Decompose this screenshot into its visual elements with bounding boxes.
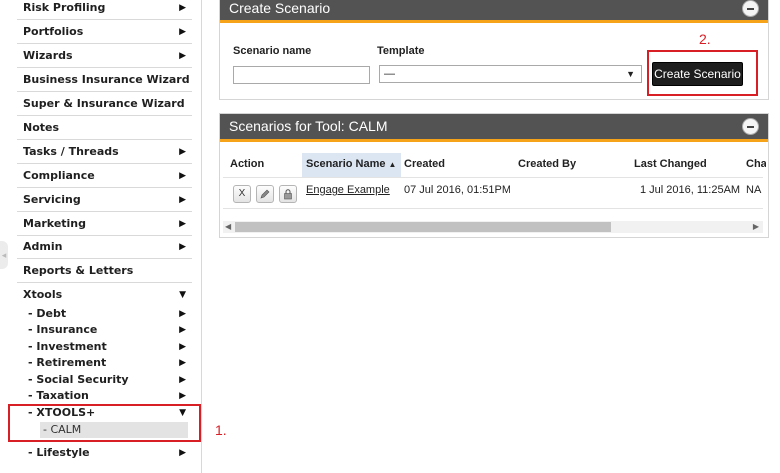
lock-icon: [284, 189, 292, 200]
lock-button[interactable]: [279, 185, 297, 203]
chevron-right-icon: ▶: [179, 219, 186, 229]
chevron-right-icon: ▶: [179, 342, 186, 352]
column-header-scenario-name[interactable]: Scenario Name ▲: [306, 158, 396, 170]
sidebar-item-admin[interactable]: Admin ▶: [17, 236, 192, 259]
sidebar-item-label: Reports & Letters: [23, 264, 134, 277]
sidebar-item-label: Super & Insurance Wizard: [23, 97, 185, 110]
dropdown-arrow-icon: ▼: [626, 69, 635, 79]
annotation-step-2: 2.: [699, 31, 711, 47]
scenario-name-input[interactable]: [233, 66, 370, 84]
sidebar-subitem-social-security[interactable]: - Social Security ▶: [27, 372, 192, 388]
column-header-last-changed[interactable]: Last Changed: [634, 158, 707, 170]
create-scenario-button[interactable]: Create Scenario: [652, 62, 743, 86]
sidebar-subitem-label: - Debt: [28, 307, 67, 320]
scroll-right-icon[interactable]: ▶: [753, 221, 759, 233]
column-header-created-by[interactable]: Created By: [518, 158, 576, 170]
chevron-right-icon: ▶: [179, 147, 186, 157]
delete-button[interactable]: X: [233, 185, 251, 203]
sidebar-subitem-lifestyle[interactable]: - Lifestyle ▶: [27, 445, 192, 461]
sidebar-item-portfolios[interactable]: Portfolios ▶: [17, 21, 192, 44]
sidebar-item-marketing[interactable]: Marketing ▶: [17, 213, 192, 236]
sidebar-item-compliance[interactable]: Compliance ▶: [17, 165, 192, 188]
create-scenario-panel: Create Scenario Scenario name Template —…: [219, 0, 769, 100]
sidebar-item-label: Servicing: [23, 193, 81, 206]
sidebar-item-notes[interactable]: Notes: [17, 117, 192, 140]
column-header-label: Scenario Name: [306, 158, 386, 170]
template-select[interactable]: — ▼: [379, 65, 642, 83]
chevron-right-icon: ▶: [179, 171, 186, 181]
sidebar-item-reports-letters[interactable]: Reports & Letters: [17, 260, 192, 283]
annotation-step-1: 1.: [215, 422, 227, 438]
sidebar-item-label: Business Insurance Wizard: [23, 73, 190, 86]
sidebar-item-label: Admin: [23, 240, 63, 253]
sidebar-item-business-insurance-wizard[interactable]: Business Insurance Wizard: [17, 69, 192, 92]
create-scenario-header: Create Scenario: [220, 0, 768, 23]
edit-button[interactable]: [256, 185, 274, 203]
scenario-name-label: Scenario name: [233, 45, 312, 57]
sidebar-item-risk-profiling[interactable]: Risk Profiling ▶: [17, 0, 192, 20]
sidebar-collapse-handle[interactable]: ◂: [0, 241, 8, 269]
sidebar-subitem-insurance[interactable]: - Insurance ▶: [27, 322, 192, 338]
sidebar-subitem-label: - Retirement: [28, 356, 107, 369]
changed-by-cell: NA: [746, 184, 762, 196]
column-header-changed-by[interactable]: Cha: [746, 158, 766, 170]
sidebar-subitem-investment[interactable]: - Investment ▶: [27, 339, 192, 355]
template-label: Template: [377, 45, 425, 57]
sidebar-item-servicing[interactable]: Servicing ▶: [17, 189, 192, 212]
collapse-icon[interactable]: [742, 0, 759, 17]
sidebar-subitem-label: - Lifestyle: [28, 446, 90, 459]
chevron-right-icon: ▶: [179, 448, 186, 458]
sidebar-item-label: Tasks / Threads: [23, 145, 119, 158]
chevron-right-icon: ▶: [179, 375, 186, 385]
chevron-down-icon: ▼: [179, 290, 186, 300]
column-header-created[interactable]: Created: [404, 158, 445, 170]
sidebar-item-label: Wizards: [23, 49, 73, 62]
sidebar-subitem-retirement[interactable]: - Retirement ▶: [27, 355, 192, 371]
sidebar-item-xtools[interactable]: Xtools ▼: [17, 284, 192, 307]
sidebar-item-label: Portfolios: [23, 25, 84, 38]
chevron-right-icon: ▶: [179, 309, 186, 319]
sidebar-item-label: Marketing: [23, 217, 87, 230]
sidebar-item-label: Risk Profiling: [23, 1, 106, 14]
sidebar: ◂ Risk Profiling ▶ Portfolios ▶ Wizards …: [0, 0, 202, 473]
chevron-right-icon: ▶: [179, 3, 186, 13]
scenarios-list-header: Scenarios for Tool: CALM: [220, 114, 768, 142]
sidebar-subitem-label: - Taxation: [28, 389, 89, 402]
sidebar-subitem-label: - Social Security: [28, 373, 129, 386]
sidebar-subitem-taxation[interactable]: - Taxation ▶: [27, 388, 192, 404]
sidebar-item-label: Xtools: [23, 288, 63, 301]
scroll-left-icon[interactable]: ◀: [225, 221, 231, 233]
scrollbar-thumb[interactable]: [235, 222, 611, 232]
sort-ascending-icon: ▲: [388, 160, 397, 169]
row-divider: [223, 208, 763, 209]
chevron-right-icon: ▶: [179, 195, 186, 205]
last-changed-cell: 1 Jul 2016, 11:25AM: [640, 184, 741, 196]
chevron-right-icon: ▶: [179, 358, 186, 368]
collapse-icon[interactable]: [742, 118, 759, 135]
chevron-right-icon: ▶: [179, 325, 186, 335]
annotation-highlight-box-xtools: [8, 404, 201, 442]
header-divider: [223, 177, 763, 178]
pencil-icon: [260, 189, 270, 199]
sidebar-item-label: Notes: [23, 121, 60, 134]
sidebar-subitem-label: - Insurance: [28, 323, 98, 336]
scenario-name-link[interactable]: Engage Example: [306, 184, 390, 196]
sidebar-subitem-label: - Investment: [28, 340, 107, 353]
sidebar-item-label: Compliance: [23, 169, 95, 182]
scenarios-list-panel: Scenarios for Tool: CALM Action Scenario…: [219, 113, 769, 238]
panel-title: Create Scenario: [229, 0, 331, 16]
sidebar-item-tasks-threads[interactable]: Tasks / Threads ▶: [17, 141, 192, 164]
sidebar-item-wizards[interactable]: Wizards ▶: [17, 45, 192, 68]
template-selected-value: —: [384, 68, 395, 80]
sidebar-subitem-debt[interactable]: - Debt ▶: [27, 306, 192, 322]
horizontal-scrollbar[interactable]: ◀ ▶: [223, 221, 763, 233]
column-header-action: Action: [230, 158, 265, 170]
chevron-right-icon: ▶: [179, 27, 186, 37]
chevron-right-icon: ▶: [179, 51, 186, 61]
chevron-right-icon: ▶: [179, 242, 186, 252]
created-cell: 07 Jul 2016, 01:51PM: [404, 184, 510, 196]
panel-title: Scenarios for Tool: CALM: [229, 118, 388, 134]
chevron-right-icon: ▶: [179, 391, 186, 401]
sidebar-item-super-insurance-wizard[interactable]: Super & Insurance Wizard: [17, 93, 192, 116]
